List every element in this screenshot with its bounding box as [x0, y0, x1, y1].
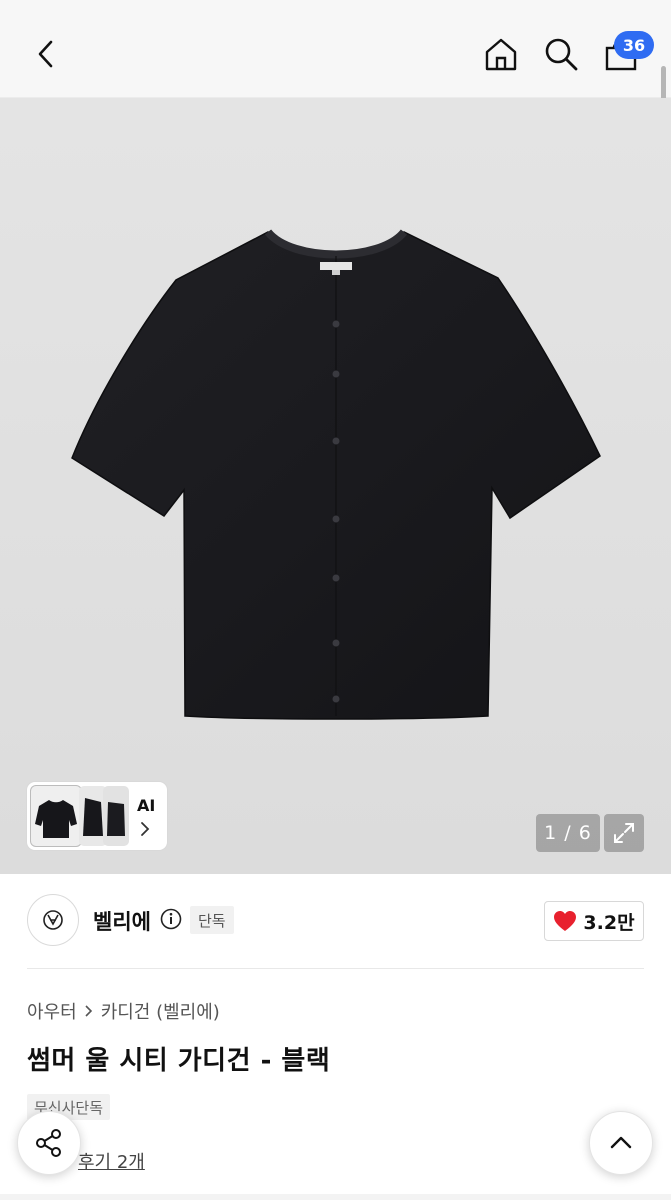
- search-icon: [545, 38, 578, 71]
- info-icon[interactable]: [160, 908, 182, 930]
- category-breadcrumb: 아우터 카디건 (벨리에): [27, 998, 220, 1024]
- home-button[interactable]: [476, 26, 526, 82]
- cart-count-badge: 36: [614, 31, 654, 59]
- heart-icon: [554, 911, 577, 931]
- chevron-left-icon: [38, 40, 53, 68]
- product-photo-short-sleeve-cardigan: [71, 229, 601, 720]
- like-button[interactable]: 3.2만: [544, 901, 644, 941]
- home-icon: [485, 38, 517, 71]
- thumbnail-cardigan-front[interactable]: [31, 786, 81, 846]
- brand-logo[interactable]: [27, 894, 79, 946]
- thumbnail-cardigan-back[interactable]: [103, 786, 129, 846]
- search-button[interactable]: [536, 26, 586, 82]
- share-button[interactable]: [17, 1111, 81, 1175]
- brand-row: 벨리에 단독 3.2만: [0, 874, 671, 968]
- chevron-right-icon: [141, 822, 150, 836]
- back-button[interactable]: [22, 26, 72, 82]
- image-counter: 1 / 6: [536, 814, 600, 852]
- brand-logo-icon: [43, 910, 63, 930]
- expand-icon: [614, 823, 634, 843]
- breadcrumb-item-cardigan[interactable]: 카디건 (벨리에): [101, 998, 220, 1024]
- chevron-up-icon: [610, 1136, 632, 1149]
- ai-label: AI: [137, 796, 156, 815]
- product-title: 썸머 울 시티 가디건 - 블랙: [27, 1046, 331, 1076]
- top-navigation-bar: 36: [0, 0, 671, 98]
- reviews-link[interactable]: 후기 2개: [78, 1148, 145, 1174]
- scroll-to-top-button[interactable]: [589, 1111, 653, 1175]
- product-image-gallery[interactable]: AI 1 / 6: [0, 98, 671, 874]
- section-divider: [27, 968, 644, 969]
- like-count: 3.2만: [583, 911, 635, 934]
- breadcrumb-item-outer[interactable]: 아우터: [27, 998, 77, 1024]
- share-icon: [36, 1129, 61, 1157]
- fullscreen-button[interactable]: [604, 814, 644, 852]
- exclusive-tag: 단독: [190, 906, 234, 934]
- bottom-edge: [0, 1194, 671, 1200]
- chevron-right-icon: [85, 1005, 92, 1017]
- ai-lookbook-thumbnails[interactable]: AI: [27, 782, 167, 850]
- brand-name-link[interactable]: 벨리에: [93, 906, 151, 936]
